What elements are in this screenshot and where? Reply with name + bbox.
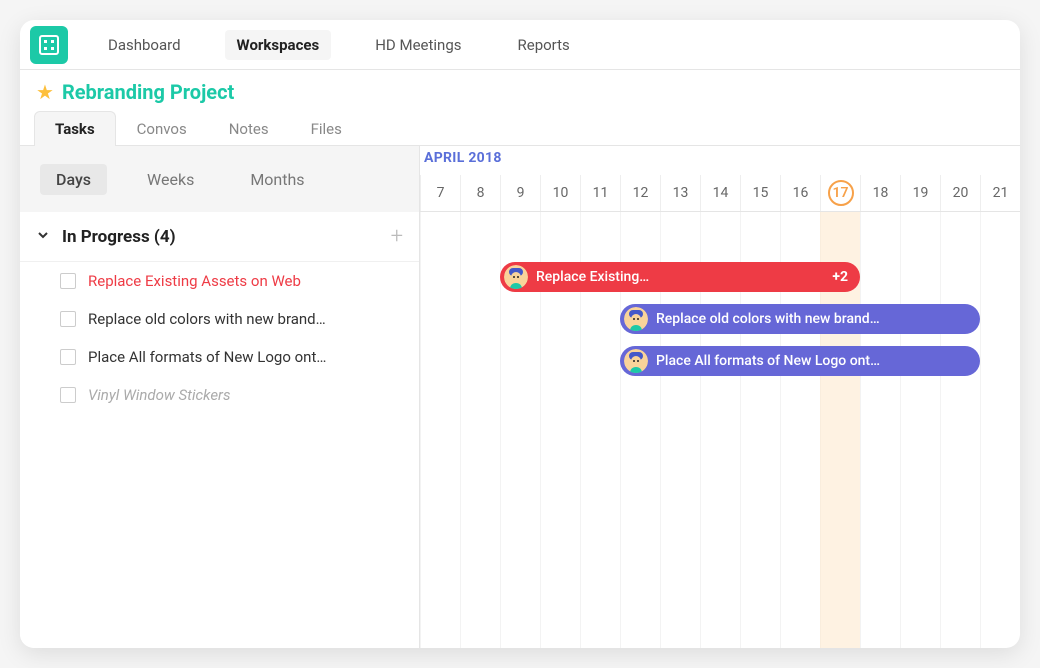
chevron-down-icon[interactable] bbox=[36, 228, 50, 246]
tab[interactable]: Notes bbox=[208, 111, 290, 146]
top-nav-item[interactable]: Workspaces bbox=[225, 30, 332, 60]
days-row: 7 8 9 10 11 12 13 14 15 16 17 18 19 20 21 bbox=[420, 175, 1020, 211]
day-cell[interactable]: 7 bbox=[420, 175, 460, 211]
day-number: 13 bbox=[673, 185, 689, 201]
gantt-bar-label: Replace old colors with new brand… bbox=[656, 311, 968, 327]
day-cell[interactable]: 16 bbox=[780, 175, 820, 211]
app-window: Dashboard Workspaces HD Meetings Reports ★ … bbox=[20, 20, 1020, 648]
task-label[interactable]: Replace Existing Assets on Web bbox=[88, 272, 301, 290]
avatar-icon bbox=[504, 265, 528, 289]
task-row[interactable]: Place All formats of New Logo ont… bbox=[20, 338, 419, 376]
day-cell[interactable]: 13 bbox=[660, 175, 700, 211]
day-number: 20 bbox=[953, 185, 969, 201]
task-label[interactable]: Replace old colors with new brand… bbox=[88, 310, 326, 328]
add-task-icon[interactable]: + bbox=[391, 224, 403, 249]
day-number: 10 bbox=[553, 185, 569, 201]
top-nav: Dashboard Workspaces HD Meetings Reports bbox=[96, 30, 582, 60]
day-cell[interactable]: 20 bbox=[940, 175, 980, 211]
day-cell[interactable]: 10 bbox=[540, 175, 580, 211]
day-number: 19 bbox=[913, 185, 929, 201]
zoom-option[interactable]: Weeks bbox=[131, 164, 210, 195]
day-number: 15 bbox=[753, 185, 769, 201]
task-label[interactable]: Place All formats of New Logo ont… bbox=[88, 348, 326, 366]
day-number: 8 bbox=[477, 185, 485, 201]
task-checkbox[interactable] bbox=[60, 273, 76, 289]
gantt-bar-label: Place All formats of New Logo ont… bbox=[656, 353, 968, 369]
task-row[interactable]: Replace old colors with new brand… bbox=[20, 300, 419, 338]
project-title[interactable]: Rebranding Project bbox=[62, 80, 234, 104]
project-bar: ★ Rebranding Project bbox=[20, 70, 1020, 104]
main-content: Days Weeks Months In Progress (4) + Replac… bbox=[20, 146, 1020, 648]
task-row[interactable]: Replace Existing Assets on Web bbox=[20, 262, 419, 300]
group-header[interactable]: In Progress (4) + bbox=[20, 212, 419, 262]
tab[interactable]: Convos bbox=[116, 111, 208, 146]
timeline-header: APRIL 2018 7 8 9 10 11 12 13 14 15 16 17 18 19 20 21 bbox=[420, 146, 1020, 212]
day-number: 9 bbox=[517, 185, 525, 201]
gantt-bar-label: Replace Existing… bbox=[536, 269, 824, 285]
star-icon[interactable]: ★ bbox=[36, 80, 54, 104]
group-title: In Progress (4) bbox=[62, 227, 391, 247]
day-cell[interactable]: 19 bbox=[900, 175, 940, 211]
day-cell[interactable]: 8 bbox=[460, 175, 500, 211]
day-number: 18 bbox=[873, 185, 889, 201]
day-cell[interactable]: 18 bbox=[860, 175, 900, 211]
task-list-panel: Days Weeks Months In Progress (4) + Replac… bbox=[20, 146, 420, 648]
day-cell[interactable]: 14 bbox=[700, 175, 740, 211]
tab[interactable]: Tasks bbox=[34, 111, 116, 146]
avatar-icon bbox=[624, 349, 648, 373]
day-number: 17 bbox=[828, 180, 854, 206]
app-logo[interactable] bbox=[30, 26, 68, 64]
gantt-bar[interactable]: Replace Existing… +2 bbox=[500, 262, 860, 292]
task-checkbox[interactable] bbox=[60, 349, 76, 365]
day-cell[interactable]: 12 bbox=[620, 175, 660, 211]
gantt-bars: Replace Existing… +2 Replace old colors wi… bbox=[420, 212, 1020, 382]
top-nav-item[interactable]: HD Meetings bbox=[363, 30, 473, 60]
day-cell[interactable]: 17 bbox=[820, 175, 860, 211]
zoom-option[interactable]: Months bbox=[234, 164, 320, 195]
top-nav-item[interactable]: Reports bbox=[506, 30, 582, 60]
timeline-panel: APRIL 2018 7 8 9 10 11 12 13 14 15 16 17 18 19 20 21 R… bbox=[420, 146, 1020, 648]
day-number: 11 bbox=[593, 185, 609, 201]
tab[interactable]: Files bbox=[290, 111, 363, 146]
zoom-bar: Days Weeks Months bbox=[20, 146, 419, 212]
day-cell[interactable]: 11 bbox=[580, 175, 620, 211]
day-cell[interactable]: 15 bbox=[740, 175, 780, 211]
month-label: APRIL 2018 bbox=[424, 150, 502, 166]
topbar: Dashboard Workspaces HD Meetings Reports bbox=[20, 20, 1020, 70]
gantt-bar[interactable]: Replace old colors with new brand… bbox=[620, 304, 980, 334]
day-number: 16 bbox=[793, 185, 809, 201]
task-checkbox[interactable] bbox=[60, 311, 76, 327]
zoom-option[interactable]: Days bbox=[40, 164, 107, 195]
task-label[interactable]: Vinyl Window Stickers bbox=[88, 386, 230, 404]
task-checkbox[interactable] bbox=[60, 387, 76, 403]
day-cell[interactable]: 21 bbox=[980, 175, 1020, 211]
gantt-bar[interactable]: Place All formats of New Logo ont… bbox=[620, 346, 980, 376]
day-number: 7 bbox=[437, 185, 445, 201]
day-cell[interactable]: 9 bbox=[500, 175, 540, 211]
tab-bar: TasksConvosNotesFiles bbox=[20, 110, 1020, 146]
day-number: 14 bbox=[713, 185, 729, 201]
task-row[interactable]: Vinyl Window Stickers bbox=[20, 376, 419, 414]
avatar-icon bbox=[624, 307, 648, 331]
day-number: 21 bbox=[993, 185, 1009, 201]
gantt-bar-badge: +2 bbox=[832, 269, 848, 285]
top-nav-item[interactable]: Dashboard bbox=[96, 30, 193, 60]
day-number: 12 bbox=[633, 185, 649, 201]
timeline-body[interactable]: Replace Existing… +2 Replace old colors wi… bbox=[420, 212, 1020, 648]
